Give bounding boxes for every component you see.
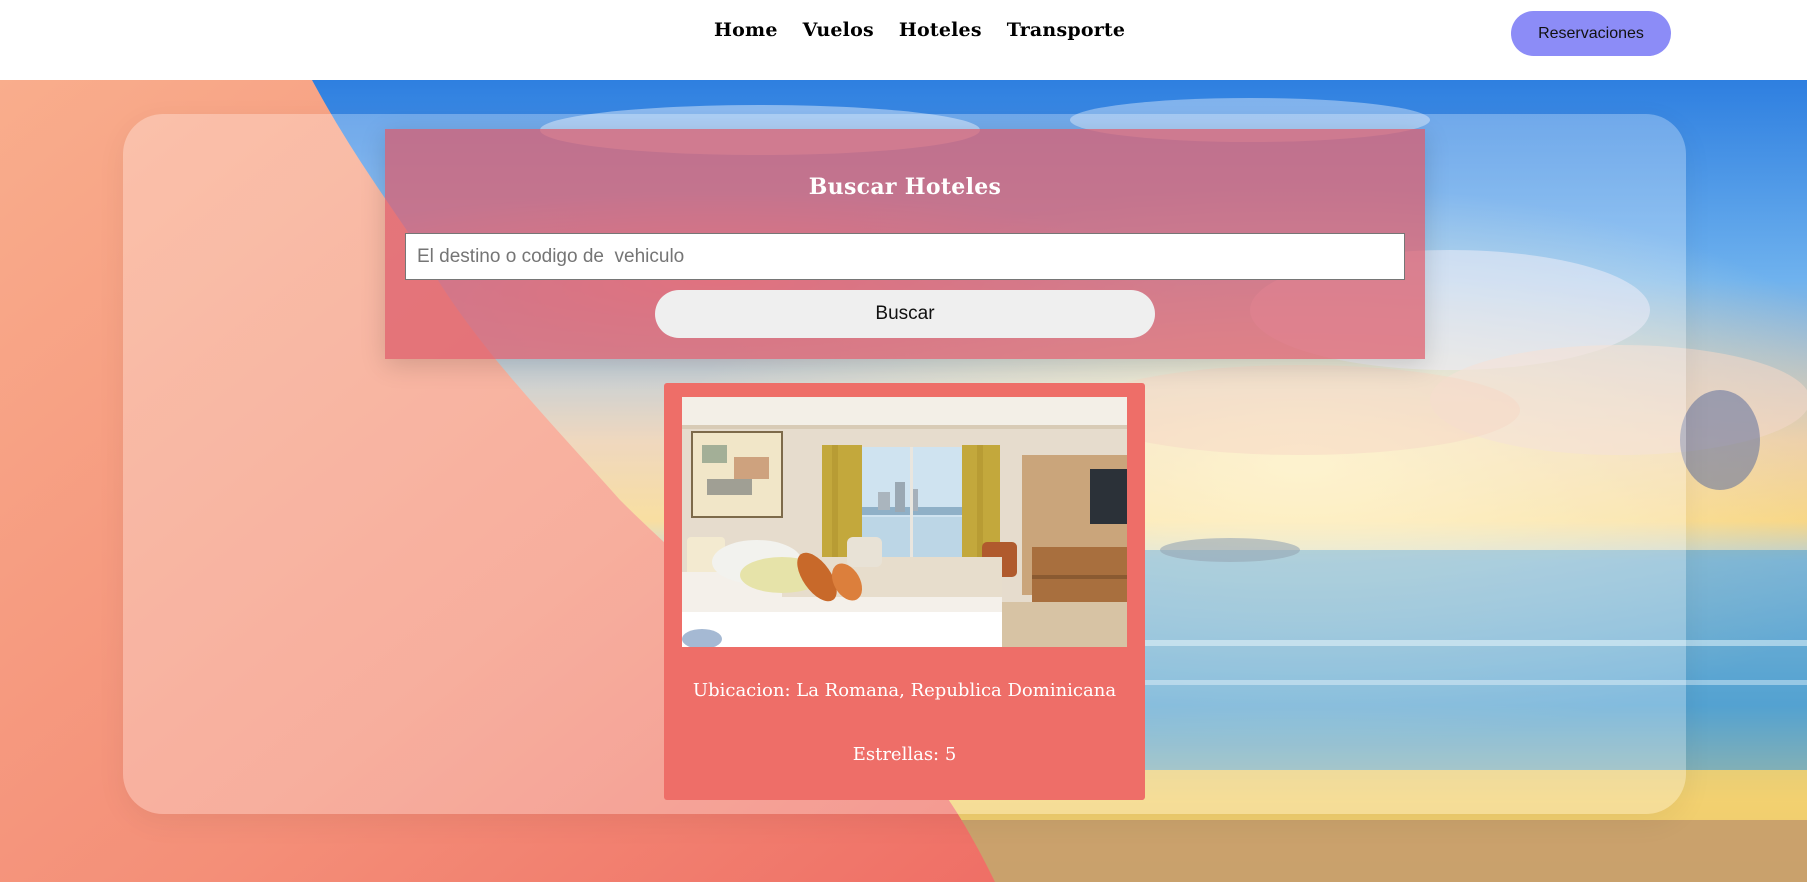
search-button[interactable]: Buscar — [655, 290, 1155, 338]
top-navbar: Home Vuelos Hoteles Transporte Reservaci… — [0, 0, 1807, 80]
nav-home-link[interactable]: Home — [714, 19, 778, 41]
hotel-room-photo — [682, 397, 1127, 647]
destination-search-input[interactable] — [405, 233, 1405, 280]
nav-transporte-link[interactable]: Transporte — [1007, 19, 1125, 41]
reservations-button[interactable]: Reservaciones — [1511, 11, 1671, 56]
hotel-search-card: Buscar Hoteles Buscar — [385, 129, 1425, 359]
hotel-stars: Estrellas: 5 — [852, 744, 957, 765]
nav-hoteles-link[interactable]: Hoteles — [899, 19, 982, 41]
hotel-location: Ubicacion: La Romana, Republica Dominica… — [692, 680, 1117, 701]
search-title: Buscar Hoteles — [808, 174, 1002, 200]
main-nav: Home Vuelos Hoteles Transporte — [714, 19, 1125, 41]
nav-vuelos-link[interactable]: Vuelos — [803, 19, 874, 41]
hotel-room-image-icon — [682, 397, 1127, 647]
hotel-result-card[interactable]: Ubicacion: La Romana, Republica Dominica… — [664, 383, 1145, 800]
